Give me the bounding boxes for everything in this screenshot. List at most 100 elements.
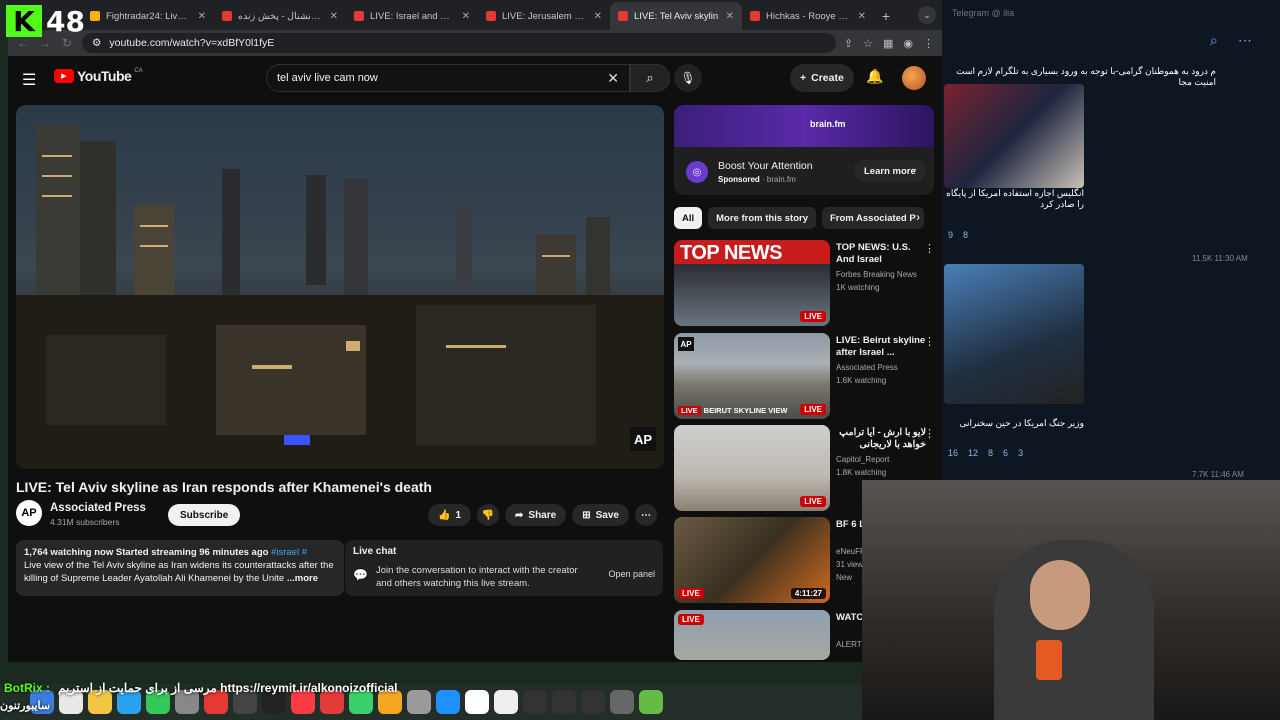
telegram-reactions[interactable]: 9 8 xyxy=(948,230,968,240)
tab-israel-us[interactable]: LIVE: Israel and US At ✕ xyxy=(346,2,478,30)
city-skyline-image xyxy=(16,125,664,469)
reaction-count[interactable]: 16 xyxy=(948,448,958,458)
account-avatar[interactable] xyxy=(902,66,926,90)
telegram-image[interactable] xyxy=(944,264,1084,404)
like-button[interactable]: 👍 1 xyxy=(428,504,472,526)
search-value: tel aviv live cam now xyxy=(277,72,378,84)
menu-icon[interactable]: ⋮ xyxy=(923,37,934,50)
close-icon[interactable]: ✕ xyxy=(858,11,866,22)
youtube-logo[interactable]: ▶ YouTube CA xyxy=(54,68,143,84)
more-icon[interactable]: ⋯ xyxy=(1238,32,1252,49)
site-info-icon[interactable]: ⚙ xyxy=(92,37,101,49)
browser-window: Fightradar24: Live Flig✕ ایران اینترنشنا… xyxy=(8,0,942,662)
back-icon[interactable]: ← xyxy=(16,36,30,50)
chevron-right-icon[interactable]: › xyxy=(916,210,920,224)
url-field[interactable]: ⚙ youtube.com/watch?v=xdBfY0l1fyE xyxy=(82,33,836,53)
bookmark-star-icon[interactable]: ☆ xyxy=(863,37,873,50)
new-tab-button[interactable]: + xyxy=(874,2,898,30)
more-icon[interactable]: ⋮ xyxy=(924,242,935,255)
tab-iran-international[interactable]: ایران اینترنشنال - پخش زنده✕ xyxy=(214,2,346,30)
install-icon[interactable]: ⇪ xyxy=(844,37,853,50)
close-icon[interactable]: ✕ xyxy=(198,11,206,22)
more-icon[interactable]: ⋮ xyxy=(924,427,935,440)
ad-title: Boost Your Attention xyxy=(718,160,813,172)
chip-all[interactable]: All xyxy=(674,207,703,229)
telegram-panel: Telegram @ ilia ⌕ ⋯ م درود به هموطنان گر… xyxy=(942,0,1280,480)
reaction-count[interactable]: 3 xyxy=(1018,448,1023,458)
video-player[interactable]: AP xyxy=(16,105,664,469)
create-button[interactable]: + Create xyxy=(790,64,854,92)
search-icon[interactable]: ⌕ xyxy=(1210,32,1218,49)
save-button[interactable]: ⊞ Save xyxy=(572,504,629,526)
telegram-image[interactable] xyxy=(944,84,1084,188)
tab-flightradar[interactable]: Fightradar24: Live Flig ✕ xyxy=(82,2,214,30)
recommendation-channel: eNeuFF xyxy=(836,547,865,556)
youtube-favicon-icon xyxy=(618,11,628,21)
tab-bar: Fightradar24: Live Flig✕ ایران اینترنشنا… xyxy=(8,0,942,30)
reaction-count[interactable]: 8 xyxy=(963,230,968,240)
recommendation-thumbnail: LIVE 4:11:27 xyxy=(674,517,830,603)
more-actions-button[interactable]: ⋯ xyxy=(634,504,657,526)
play-icon: ▶ xyxy=(54,69,74,83)
channel-name[interactable]: Associated Press xyxy=(50,502,146,514)
ap-logo-icon: AP xyxy=(678,337,694,351)
search-button[interactable]: ⌕ xyxy=(630,64,670,92)
youtube-favicon-icon xyxy=(354,11,364,21)
address-bar-row: ← → ↻ ⚙ youtube.com/watch?v=xdBfY0l1fyE … xyxy=(8,30,942,56)
subscriber-count: 4.31M subscribers xyxy=(50,517,120,527)
chip-more-from-story[interactable]: More from this story xyxy=(708,207,816,229)
more-icon: ⋯ xyxy=(640,509,651,521)
brainfm-icon: ◎ xyxy=(686,161,708,183)
telegram-reactions[interactable]: 16 12 8 6 3 xyxy=(948,448,1023,458)
voice-search-button[interactable]: 🎙 xyxy=(674,64,702,92)
chip-from-ap[interactable]: From Associated P xyxy=(822,207,924,229)
telegram-caption: وزیر جنگ امریکا در حین سخنرانی xyxy=(959,418,1084,428)
thumbs-down-icon: 👎 xyxy=(481,509,495,521)
close-icon[interactable]: ✕ xyxy=(594,11,602,22)
tab-tel-aviv[interactable]: LIVE: Tel Aviv skylin ✕ xyxy=(610,2,742,30)
chevron-down-icon[interactable]: ⌄ xyxy=(910,163,918,174)
reload-icon[interactable]: ↻ xyxy=(60,36,74,50)
telegram-views: 7.7K 11:46 AM xyxy=(1192,470,1244,479)
url-text: youtube.com/watch?v=xdBfY0l1fyE xyxy=(109,37,275,49)
more-link[interactable]: ...more xyxy=(287,573,318,584)
tab-search-icon[interactable]: ⌄ xyxy=(918,6,936,24)
open-panel-button[interactable]: Open panel xyxy=(608,569,655,579)
more-icon[interactable]: ⋮ xyxy=(924,335,935,348)
tab-jerusalem[interactable]: LIVE: Jerusalem skylin✕ xyxy=(478,2,610,30)
reaction-count[interactable]: 8 xyxy=(988,448,993,458)
live-chat-box: Live chat 💬 Join the conversation to int… xyxy=(345,540,663,596)
recommendation-item[interactable]: AP LIVE BEIRUT SKYLINE VIEW LIVE LIVE: Be… xyxy=(674,333,935,419)
recommendation-item[interactable]: TOP NEWS LIVE TOP NEWS: U.S. And Israel … xyxy=(674,240,935,326)
sponsored-ad[interactable]: brain.fm ◎ Boost Your Attention Sponsore… xyxy=(674,105,934,195)
description-box[interactable]: 1,764 watching now Started streaming 96 … xyxy=(16,540,344,596)
close-icon[interactable]: ✕ xyxy=(462,11,470,22)
telegram-views: 11.5K 11:30 AM xyxy=(1192,254,1248,263)
share-icon: ➦ xyxy=(515,509,524,521)
recommendation-channel: Associated Press xyxy=(836,363,898,372)
close-icon[interactable]: ✕ xyxy=(330,11,338,22)
dislike-button[interactable]: 👎 xyxy=(477,504,500,526)
tab-hichkas[interactable]: Hichkas - Rooye Jena ✕ xyxy=(742,2,874,30)
extensions-icon[interactable]: ▦ xyxy=(883,37,893,50)
clear-icon[interactable]: ✕ xyxy=(607,70,619,87)
recommendation-thumbnail: LIVE xyxy=(674,425,830,511)
telegram-caption: انگلیس اجازه استفاده امریکا از پایگاه را… xyxy=(946,188,1084,209)
reaction-count[interactable]: 9 xyxy=(948,230,953,240)
forward-icon[interactable]: → xyxy=(38,36,52,50)
hamburger-menu-icon[interactable]: ☰ xyxy=(22,70,36,90)
viewer-count: 48 xyxy=(46,4,85,38)
search-input[interactable]: tel aviv live cam now ✕ xyxy=(266,64,630,92)
thumbs-up-icon: 👍 xyxy=(438,509,451,521)
reaction-count[interactable]: 12 xyxy=(968,448,978,458)
reaction-count[interactable]: 6 xyxy=(1003,448,1008,458)
ad-banner xyxy=(674,105,934,147)
profile-icon[interactable]: ◉ xyxy=(903,37,913,50)
share-button[interactable]: ➦ Share xyxy=(505,504,567,526)
channel-avatar[interactable]: AP xyxy=(16,500,42,526)
hashtags[interactable]: #israel # xyxy=(271,547,307,558)
subscribe-button[interactable]: Subscribe xyxy=(168,504,241,526)
ad-sponsored: Sponsored · brain.fm xyxy=(718,175,796,184)
notifications-bell-icon[interactable]: 🔔 xyxy=(866,68,883,85)
close-icon[interactable]: ✕ xyxy=(726,11,734,22)
